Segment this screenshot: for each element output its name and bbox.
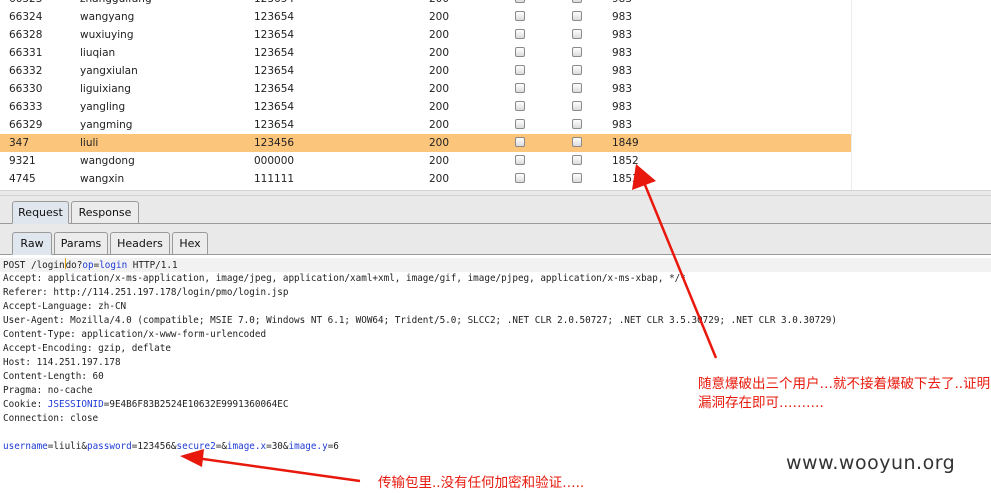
watermark: www.wooyun.org	[786, 452, 956, 474]
annotation-note-users: 随意爆破出三个用户…就不接着爆破下去了..证明漏洞存在即可……….	[698, 376, 991, 411]
arrow-head-to-body	[180, 449, 204, 467]
arrow-line-to-body	[195, 456, 361, 483]
annotation-arrows	[180, 164, 718, 483]
annotation-note-plaintext: 传输包里..没有任何加密和验证…..	[378, 475, 585, 491]
arrow-line-to-results	[641, 179, 718, 359]
arrow-head-to-results	[632, 164, 656, 190]
